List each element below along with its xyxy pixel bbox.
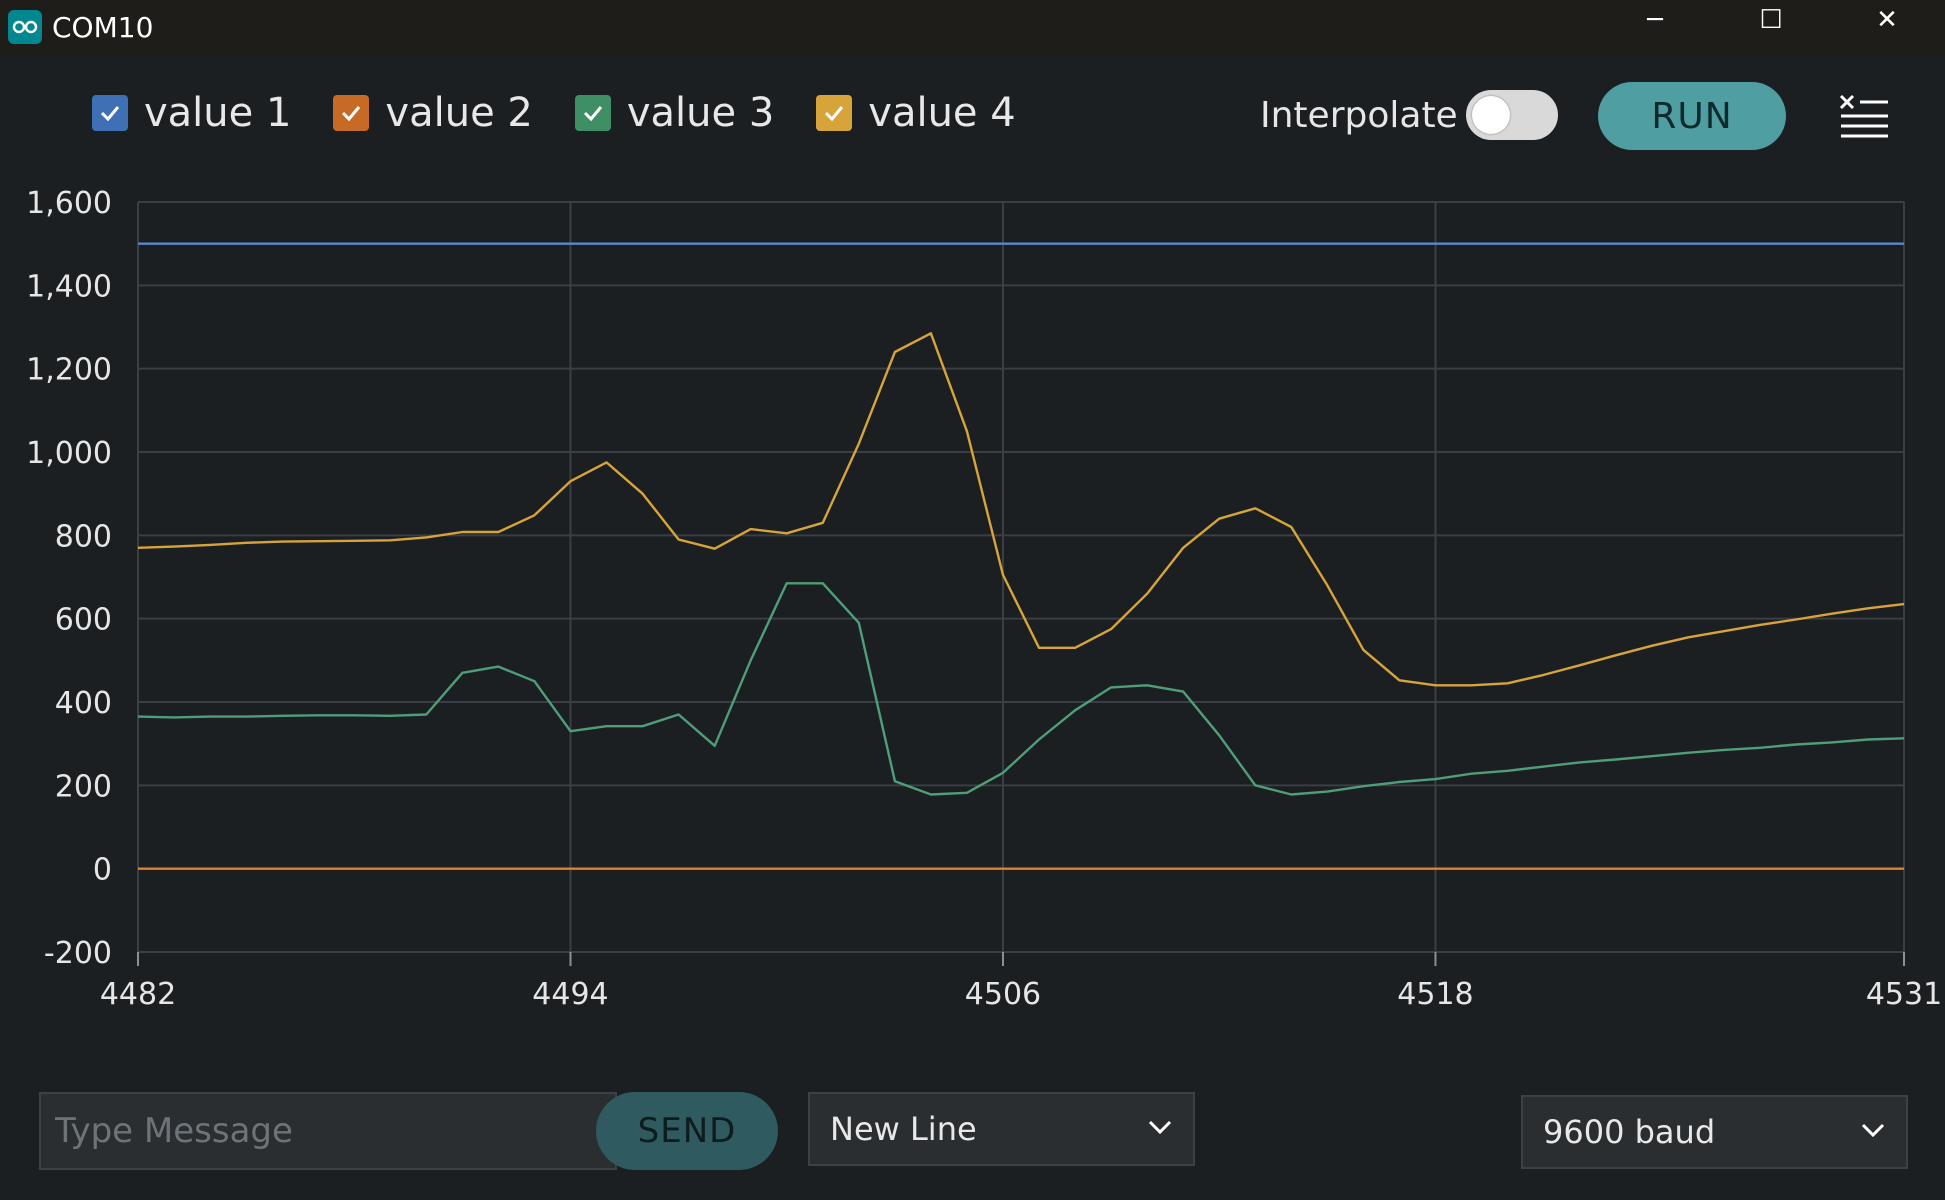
y-tick-label: -200 [44, 936, 112, 971]
baud-rate-value: 9600 baud [1543, 1113, 1716, 1151]
clear-list-icon [1839, 94, 1888, 138]
y-tick-label: 1,600 [26, 186, 112, 221]
y-tick-label: 800 [55, 519, 112, 554]
checkbox-checked-icon[interactable] [92, 95, 128, 131]
checkbox-checked-icon[interactable] [333, 95, 370, 131]
checkbox-checked-icon[interactable] [816, 95, 853, 131]
y-tick-label: 1,400 [26, 269, 112, 304]
toggle-knob [1472, 96, 1510, 134]
message-input[interactable] [39, 1092, 617, 1170]
interpolate-label: Interpolate [1260, 95, 1458, 136]
window-title: COM10 [52, 10, 154, 44]
x-tick-label: 4531 [1866, 977, 1942, 1012]
minimize-button[interactable]: ─ [1597, 0, 1713, 40]
baud-rate-select[interactable]: 9600 baud [1521, 1095, 1908, 1169]
x-tick-label: 4518 [1397, 977, 1473, 1012]
line-ending-select[interactable]: New Line [808, 1092, 1195, 1166]
legend-label: value 1 [144, 90, 292, 136]
legend-label: value 2 [385, 90, 533, 136]
legend-label: value 3 [626, 90, 775, 136]
y-tick-label: 1,200 [26, 353, 112, 388]
y-tick-label: 200 [55, 769, 112, 804]
y-tick-label: 1,000 [26, 436, 112, 471]
checkbox-checked-icon[interactable] [574, 95, 611, 131]
legend-item-value-1[interactable]: value 1 [92, 90, 291, 136]
legend-item-value-4[interactable]: value 4 [816, 90, 1016, 136]
interpolate-toggle[interactable] [1466, 90, 1558, 140]
y-tick-label: 0 [93, 853, 112, 888]
maximize-button[interactable]: ☐ [1713, 0, 1829, 40]
arduino-logo-icon [8, 10, 42, 44]
x-tick-label: 4482 [100, 977, 176, 1012]
line-ending-value: New Line [830, 1110, 977, 1148]
chevron-down-icon [1148, 1120, 1172, 1135]
close-button[interactable]: ✕ [1829, 0, 1945, 40]
serial-plotter-chart: -200 0 200 400 600 800 1,000 1,200 1,400 1,600 448… [26, 186, 1942, 1012]
y-tick-label: 400 [55, 686, 112, 721]
legend-item-value-2[interactable]: value 2 [333, 90, 533, 136]
x-tick-label: 4494 [532, 977, 608, 1012]
x-tick-label: 4506 [965, 977, 1041, 1012]
close-icon: ✕ [1876, 5, 1898, 35]
send-button[interactable]: SEND [596, 1092, 778, 1170]
legend-label: value 4 [868, 90, 1016, 136]
series-legend: value 1 value 2 value 3 value 4 [92, 90, 1058, 136]
clear-button[interactable] [1838, 92, 1892, 140]
series-line-value-4 [137, 332, 1905, 687]
run-button[interactable]: RUN [1598, 82, 1786, 150]
minimize-icon: ─ [1647, 5, 1663, 35]
series-line-value-3 [137, 582, 1905, 796]
chevron-down-icon [1861, 1123, 1885, 1138]
y-tick-label: 600 [55, 603, 112, 638]
legend-item-value-3[interactable]: value 3 [574, 90, 775, 136]
title-bar: COM10 ─ ☐ ✕ [0, 0, 1945, 54]
maximize-icon: ☐ [1759, 5, 1783, 35]
